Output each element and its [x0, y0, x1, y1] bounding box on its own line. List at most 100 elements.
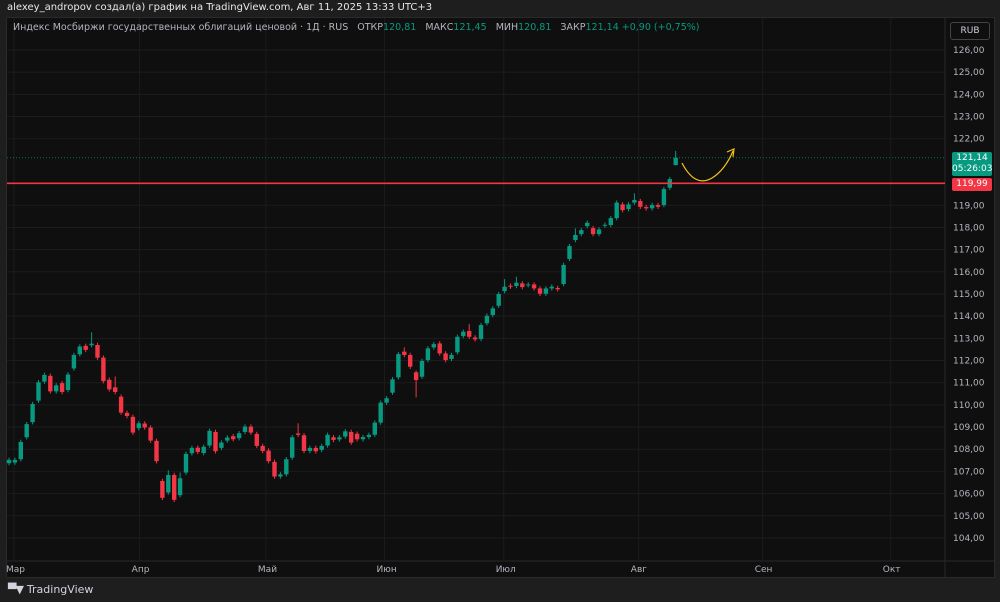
candle-body [54, 385, 59, 392]
candle-body [425, 348, 431, 361]
candle-body [431, 344, 436, 348]
candle-body [402, 351, 407, 355]
candle-body [349, 431, 354, 443]
candle-body [461, 331, 466, 337]
candle-body [136, 423, 141, 429]
candle-body [384, 398, 389, 403]
candle-body [366, 434, 372, 438]
candle-body [596, 229, 602, 235]
candle-body [207, 430, 212, 446]
candle-body [413, 372, 419, 381]
candle-body [89, 343, 94, 346]
price-axis-label: 104,00 [953, 534, 985, 544]
price-axis-label: 126,00 [953, 46, 985, 56]
price-axis-label: 113,00 [953, 334, 985, 344]
candle-body [124, 412, 130, 416]
time-axis-label: Июн [377, 565, 397, 575]
candle-body [455, 336, 460, 353]
price-axis-label: 122,00 [953, 135, 985, 145]
candle-body [183, 453, 189, 473]
candle-body [177, 478, 183, 496]
open-label: ОТКР [357, 22, 384, 33]
candle-body [142, 423, 147, 428]
candle-body [148, 427, 153, 441]
instrument-name: Индекс Мосбиржи государственных облигаци… [13, 22, 349, 33]
candle-body [490, 308, 495, 316]
candle-body [396, 354, 401, 378]
candle-body [213, 431, 218, 452]
candle-body [272, 461, 277, 477]
candlestick-chart[interactable]: 126,00 125,00 124,00 123,00 122,00 119,00 118,… [0, 0, 1000, 602]
change-value: +0,90 (+0,75%) [621, 22, 700, 33]
candle-body [531, 284, 537, 289]
candle-body [24, 424, 29, 438]
candle-body [83, 345, 88, 350]
close-value: 121,14 [585, 22, 619, 33]
candle-body [337, 437, 342, 440]
time-axis-label: Мар [6, 565, 25, 575]
high-value: 121,45 [453, 22, 487, 33]
candle-body [166, 474, 171, 493]
candle-body [77, 346, 82, 355]
close-label: ЗАКР [560, 22, 586, 33]
candle-body [437, 343, 442, 354]
high-label: МАКС [425, 22, 454, 33]
candle-body [236, 433, 242, 439]
candle-body [472, 337, 478, 340]
candle-body [496, 293, 501, 306]
tradingview-logo-icon: ▀▼ [8, 583, 24, 596]
candle-body [543, 288, 549, 294]
time-axis-label: Апр [132, 565, 150, 575]
candle-body [526, 284, 531, 286]
candle-body [354, 433, 360, 440]
price-axis-label: 117,00 [953, 246, 985, 256]
candle-body [573, 234, 578, 241]
candle-body [254, 433, 259, 446]
candle-body [36, 382, 41, 401]
time-axis-label: Сен [755, 565, 773, 575]
level-price-tag: 119,99 [952, 178, 992, 191]
candle-body [154, 440, 159, 462]
time-axis-label: Май [258, 565, 277, 575]
price-axis-label: 115,00 [953, 290, 985, 300]
time-axis-label: Авг [631, 565, 647, 575]
price-axis-label: 114,00 [953, 312, 985, 322]
candle-body [201, 446, 206, 454]
candle-body [508, 285, 513, 287]
candle-body [319, 445, 324, 450]
price-axis-label: 109,00 [953, 423, 985, 433]
candle-body [130, 416, 136, 433]
candle-body [655, 205, 661, 207]
candle-body [242, 426, 248, 432]
price-axis-label: 123,00 [953, 113, 985, 123]
candle-body [419, 360, 425, 377]
time-axis-label: Июл [496, 565, 516, 575]
brand-name[interactable]: TradingView [27, 583, 93, 596]
candle-body [443, 353, 448, 361]
candle-body [567, 246, 572, 259]
currency-button[interactable]: RUB [950, 22, 990, 40]
candle-body [549, 286, 554, 289]
candle-body [478, 325, 484, 340]
open-value: 120,81 [383, 22, 417, 33]
candle-body [449, 354, 454, 359]
candle-body [331, 437, 336, 440]
candle-body [661, 189, 667, 206]
candle-body [614, 202, 619, 219]
price-axis-label: 119,00 [953, 201, 985, 211]
low-value: 120,81 [518, 22, 552, 33]
price-axis-label: 112,00 [953, 357, 985, 367]
candle-body [585, 222, 590, 227]
price-axis-label: 110,00 [953, 401, 985, 411]
candle-body [59, 383, 65, 393]
candle-body [561, 264, 566, 284]
candle-body [579, 230, 584, 235]
candle-body [325, 434, 330, 446]
candle-body [107, 379, 112, 390]
candle-body [160, 480, 165, 498]
candle-body [467, 331, 472, 337]
candle-body [95, 344, 100, 358]
candle-body [608, 218, 613, 226]
time-axis-label: Окт [883, 565, 901, 575]
candle-body [638, 201, 643, 207]
